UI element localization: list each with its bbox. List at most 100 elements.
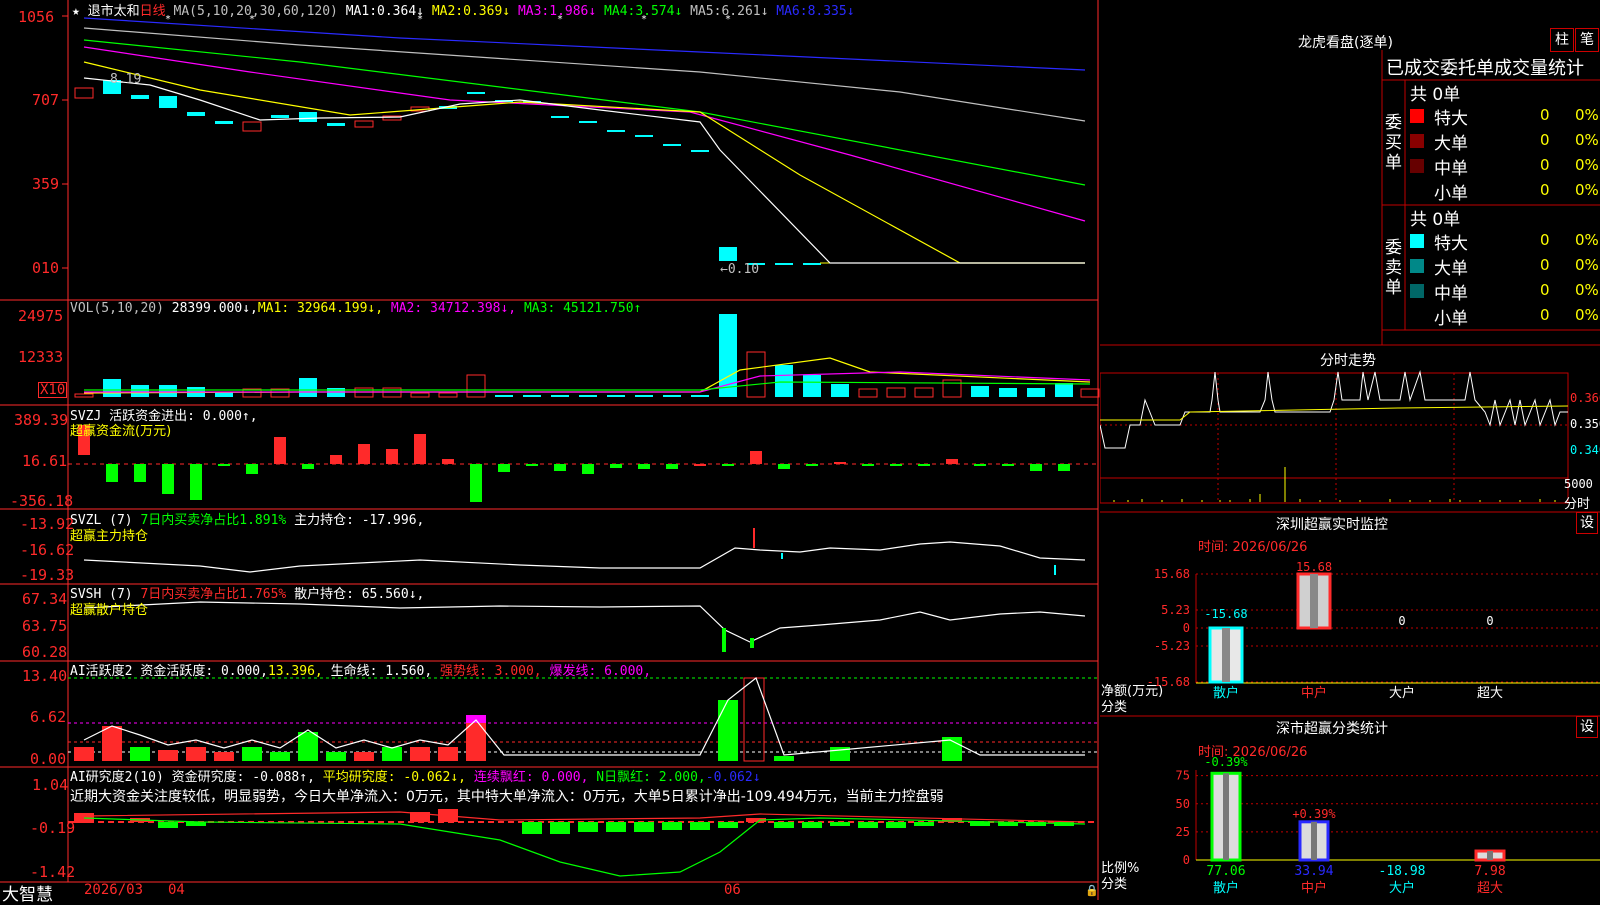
color-swatch [1410,159,1424,173]
capital-outflow-bar [162,464,174,494]
volume-bar-down [999,388,1017,397]
percent-value: 0% [1575,156,1599,174]
favorite-star-icon[interactable]: ★ [72,4,80,19]
kline-chart-area[interactable]: * * * * * * ★ 退市太和日线 MA(5,10,20,30,60,120) MA… [0,0,1100,905]
change-label: +0.39% [1292,807,1336,821]
capital-outflow-bar [778,464,790,469]
vol-title: VOL(5,10,20) [70,301,164,316]
candle-down [159,96,177,108]
ai2-activity: 资金活跃度: 0.000, [140,664,268,679]
bar-shade [1487,851,1493,860]
svzl-rest: 主力持仓: -17.996, [294,513,425,528]
count-value: 0 [1540,306,1550,324]
research-bar [914,822,934,826]
sell-row-1: 大单 0 0% [1410,254,1600,279]
size-label: 大单 [1434,134,1468,154]
volume-bar-up [466,374,486,398]
retail-holding-line [83,601,1086,643]
volume-bar-up [1080,388,1100,398]
capital-outflow-bar [246,464,258,474]
retail-drop-bar [722,628,726,652]
activity-bar [242,747,262,761]
sz-monitor-time: 时间: 2026/06/26 [1198,540,1308,555]
sell-row-0: 特大 0 0% [1410,229,1600,254]
dragon-subtitle: 已成交委托单成交量统计 [1386,58,1584,79]
vol-tick: 12333 [18,348,64,366]
ma2-value: 0.369↓ [463,4,511,19]
color-swatch [1410,309,1424,323]
price-tick: 1056 [18,8,55,26]
ai-research-value: 资金研究度: -0.088↑, [171,770,315,785]
svzl-tick: -16.62 [20,541,75,559]
capital-inflow-bar [386,449,398,464]
candle-down [551,116,569,118]
capital-outflow-bar [610,464,622,468]
ai-research-avg: 平均研究度: -0.062↓, [322,770,467,785]
activity-bar [354,752,374,761]
category-label: 散户 [1213,685,1239,701]
research-bar [522,822,542,834]
activity-bar [186,747,206,761]
count-value: 0 [1540,156,1550,174]
capital-outflow-bar [1002,464,1014,466]
main-holding-line [83,541,1086,573]
research-bar [550,822,570,834]
brush-mode-button[interactable]: 笔 [1575,28,1599,52]
intraday-tick: 0.350 [1570,417,1600,431]
buy-row-2: 中单 0 0% [1410,154,1600,179]
ai2-lifeline: 生命线: 1.560, [330,664,433,679]
activity-bar [298,732,318,761]
ai2-tick: 6.62 [30,708,67,726]
bar-shade [1310,574,1318,628]
ai2-burstline: 爆发线: 6.000, [549,664,652,679]
vol-ma1-line [83,357,1091,394]
ai2-tick: 13.40 [22,667,68,685]
date-label: 06 [724,882,741,898]
svsh-subtitle: 超赢散户持仓 [70,603,149,618]
capital-outflow-bar [666,464,678,469]
volume-bar-down [103,379,121,397]
bar-mode-button[interactable]: 柱 [1550,28,1574,52]
ai2-header: AI活跃度2 资金活跃度: 0.000,13.396, 生命线: 1.560, … [70,660,651,679]
percent-value: 0% [1575,306,1599,324]
candle-down [131,95,149,99]
count-value: 0 [1540,231,1550,249]
candle-down [467,92,485,94]
activity-bar [718,700,738,761]
capital-outflow-bar [302,464,314,469]
bar-value-label: 77.06 [1206,864,1245,879]
brand-logo: 大智慧 [2,885,53,905]
color-swatch [1410,259,1424,273]
price-tick: 359 [32,175,60,193]
sell-side-label: 委卖单 [1385,238,1402,298]
svzl-subtitle: 超赢主力持仓 [70,529,149,544]
sz-monitor-settings-button[interactable]: 设 [1576,512,1598,534]
bar-value-label: 15.68 [1296,560,1332,574]
ma6-label: MA6: [776,4,808,19]
activity-bar [158,750,178,761]
ai-research-red-streak: 连续飘红: 0.000, [473,770,589,785]
lock-icon[interactable]: 🔒 [1085,884,1099,897]
ma4-line [83,39,1086,186]
research-bar [802,822,822,828]
sz-class-time: 时间: 2026/06/26 [1198,745,1308,760]
color-swatch [1410,184,1424,198]
candle-down [635,135,653,137]
color-swatch [1410,234,1424,248]
research-bar [830,822,850,826]
sz-class-settings-button[interactable]: 设 [1576,716,1598,738]
volume-bar-up [746,351,766,398]
y-tick-label: 15.68 [1154,567,1190,581]
research-bar [578,822,598,832]
svzl-tick: -13.92 [20,515,75,533]
period-label[interactable]: 日线 [140,4,166,19]
candle-down [803,263,821,265]
svzj-subtitle: 超赢资金流(万元) [70,424,172,439]
ma5-label: MA5: [690,4,722,19]
candle-down [775,263,793,265]
candle-down [719,247,737,261]
kline-svg: * * * * * * [0,0,1100,900]
sell-total: 共 0单 [1410,210,1461,230]
ai2-value2: 13.396, [267,664,323,679]
buy-row-1: 大单 0 0% [1410,129,1600,154]
